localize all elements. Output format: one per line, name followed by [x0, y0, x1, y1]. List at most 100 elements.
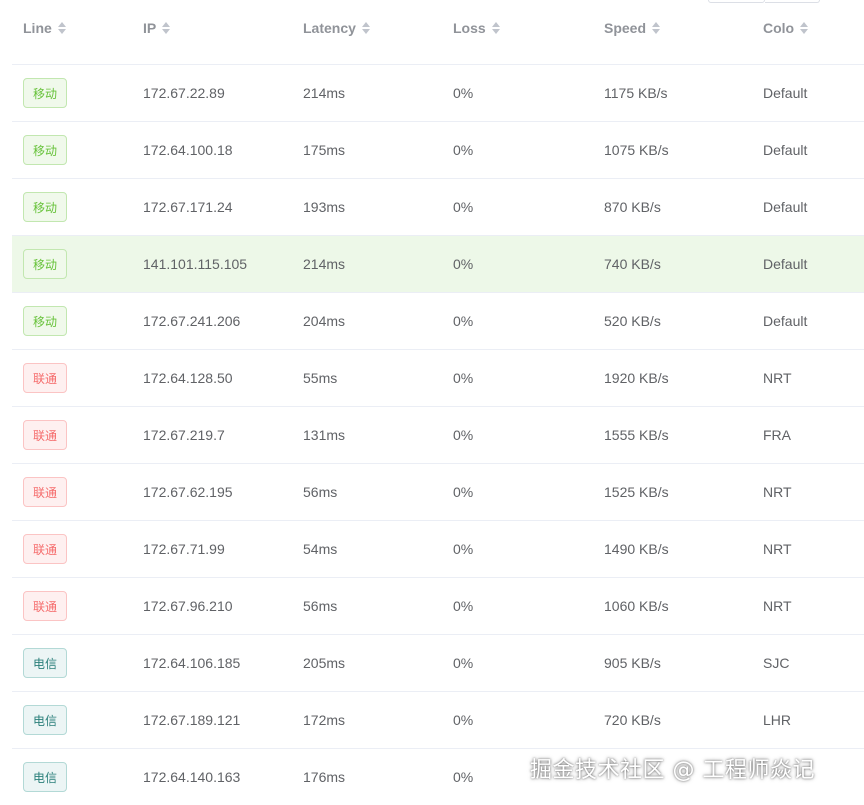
loss-cell: 0% [453, 122, 473, 178]
ip-cell: 172.64.106.185 [143, 635, 240, 691]
ip-cell: 172.67.96.210 [143, 578, 233, 634]
line-tag: 联通 [23, 477, 67, 507]
line-cell: 电信 [23, 635, 67, 691]
sort-icon[interactable] [162, 22, 171, 34]
table-row[interactable]: 联通 172.67.219.7 131ms 0% 1555 KB/s FRA [12, 407, 864, 464]
latency-cell-text: 205ms [303, 655, 346, 671]
colo-cell-text: NRT [763, 370, 792, 386]
column-header-speed-label: Speed [604, 20, 647, 36]
line-tag: 移动 [23, 135, 67, 165]
colo-cell: LHR [763, 692, 791, 748]
speed-cell-text: 720 KB/s [604, 712, 661, 728]
loss-cell-text: 0% [453, 142, 474, 158]
colo-cell: Default [763, 122, 807, 178]
sort-icon[interactable] [652, 22, 661, 34]
colo-cell: Default [763, 293, 807, 349]
table-row[interactable]: 联通 172.67.62.195 56ms 0% 1525 KB/s NRT [12, 464, 864, 521]
line-tag: 电信 [23, 705, 67, 735]
colo-cell: Default [763, 65, 807, 121]
table-row[interactable]: 联通 172.67.71.99 54ms 0% 1490 KB/s NRT [12, 521, 864, 578]
loss-cell-text: 0% [453, 712, 474, 728]
line-cell: 移动 [23, 293, 67, 349]
column-header-line[interactable]: Line [23, 0, 66, 60]
table-row[interactable]: 移动 172.67.171.24 193ms 0% 870 KB/s Default [12, 179, 864, 236]
ip-cell: 141.101.115.105 [143, 236, 247, 292]
speed-cell: 1525 KB/s [604, 464, 669, 520]
loss-cell-text: 0% [453, 370, 474, 386]
latency-cell-text: 56ms [303, 484, 338, 500]
loss-cell-text: 0% [453, 598, 474, 614]
loss-cell: 0% [453, 578, 473, 634]
column-header-latency[interactable]: Latency [303, 0, 370, 60]
column-header-line-label: Line [23, 20, 52, 36]
latency-cell-text: 214ms [303, 85, 346, 101]
page: Line IP Latency Loss Speed Colo 移动 172.6… [0, 0, 864, 805]
ip-cell-text: 172.67.22.89 [143, 85, 225, 101]
line-cell: 联通 [23, 350, 67, 406]
table-row[interactable]: 电信 172.67.189.121 172ms 0% 720 KB/s LHR [12, 692, 864, 749]
line-cell: 移动 [23, 65, 67, 121]
speed-cell-text: 870 KB/s [604, 199, 661, 215]
latency-cell: 172ms [303, 692, 345, 748]
latency-cell-text: 193ms [303, 199, 346, 215]
sort-icon[interactable] [800, 22, 809, 34]
colo-cell: SJC [763, 635, 789, 691]
colo-cell-text: Default [763, 199, 808, 215]
loss-cell-text: 0% [453, 256, 474, 272]
loss-cell-text: 0% [453, 85, 474, 101]
ip-cell-text: 172.67.62.195 [143, 484, 233, 500]
ip-cell-text: 172.64.128.50 [143, 370, 233, 386]
table-row[interactable]: 移动 172.67.241.206 204ms 0% 520 KB/s Default [12, 293, 864, 350]
ip-cell: 172.67.219.7 [143, 407, 225, 463]
loss-cell: 0% [453, 293, 473, 349]
loss-cell: 0% [453, 407, 473, 463]
column-header-speed[interactable]: Speed [604, 0, 661, 60]
latency-cell: 55ms [303, 350, 337, 406]
column-header-ip[interactable]: IP [143, 0, 171, 60]
sort-icon[interactable] [361, 22, 370, 34]
colo-cell: FRA [763, 407, 791, 463]
speed-cell: 1490 KB/s [604, 521, 669, 577]
ip-cell: 172.67.171.24 [143, 179, 233, 235]
colo-cell-text: NRT [763, 541, 792, 557]
column-header-colo[interactable]: Colo [763, 0, 809, 60]
table-row[interactable]: 移动 172.67.22.89 214ms 0% 1175 KB/s Default [12, 65, 864, 122]
ip-cell-text: 172.67.219.7 [143, 427, 225, 443]
line-cell: 移动 [23, 236, 67, 292]
colo-cell: NRT [763, 350, 792, 406]
column-header-colo-label: Colo [763, 20, 795, 36]
ip-cell-text: 172.67.96.210 [143, 598, 233, 614]
speed-cell-text: 1555 KB/s [604, 427, 669, 443]
latency-cell: 56ms [303, 578, 337, 634]
table-row[interactable]: 联通 172.64.128.50 55ms 0% 1920 KB/s NRT [12, 350, 864, 407]
table-row[interactable]: 移动 172.64.100.18 175ms 0% 1075 KB/s Default [12, 122, 864, 179]
speed-cell-text: 1525 KB/s [604, 484, 669, 500]
column-header-loss[interactable]: Loss [453, 0, 500, 60]
colo-cell: Default [763, 236, 807, 292]
line-tag: 移动 [23, 192, 67, 222]
table-row[interactable]: 联通 172.67.96.210 56ms 0% 1060 KB/s NRT [12, 578, 864, 635]
latency-cell-text: 172ms [303, 712, 346, 728]
loss-cell: 0% [453, 749, 473, 805]
ip-cell-text: 172.67.171.24 [143, 199, 233, 215]
colo-cell: Default [763, 179, 807, 235]
loss-cell: 0% [453, 464, 473, 520]
table-row[interactable]: 移动 141.101.115.105 214ms 0% 740 KB/s Default [12, 236, 864, 293]
speed-cell: 520 KB/s [604, 293, 661, 349]
latency-cell: 54ms [303, 521, 337, 577]
loss-cell: 0% [453, 635, 473, 691]
speed-cell-text: 520 KB/s [604, 313, 661, 329]
sort-icon[interactable] [491, 22, 500, 34]
speed-cell-text: 1175 KB/s [604, 85, 668, 101]
colo-cell-text: NRT [763, 598, 792, 614]
loss-cell-text: 0% [453, 313, 474, 329]
line-tag: 联通 [23, 591, 67, 621]
line-cell: 联通 [23, 578, 67, 634]
ip-cell: 172.67.189.121 [143, 692, 240, 748]
line-tag: 电信 [23, 762, 67, 792]
sort-icon[interactable] [57, 22, 66, 34]
table-row[interactable]: 电信 172.64.106.185 205ms 0% 905 KB/s SJC [12, 635, 864, 692]
loss-cell-text: 0% [453, 199, 474, 215]
speed-cell-text: 1920 KB/s [604, 370, 669, 386]
latency-cell-text: 131ms [303, 427, 346, 443]
